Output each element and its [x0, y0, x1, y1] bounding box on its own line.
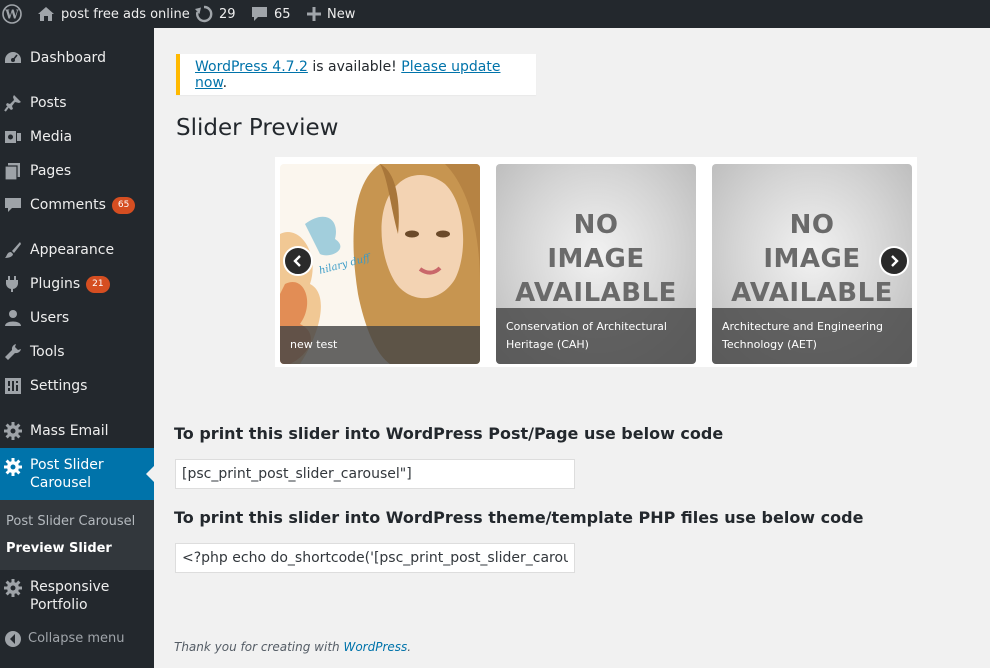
slider-next-button[interactable]: [879, 246, 909, 276]
collapse-arrow-icon: [5, 631, 21, 647]
slide-caption: Conservation of Architectural Heritage (…: [496, 308, 696, 364]
dashboard-icon: [5, 52, 21, 63]
sidebar-item-dashboard[interactable]: Dashboard: [0, 41, 154, 75]
no-image-line: AVAILABLE: [731, 278, 893, 308]
sidebar-item-appearance[interactable]: Appearance: [0, 233, 154, 267]
admin-sidebar: Dashboard Posts Media Pages Comments 65 A…: [0, 28, 154, 668]
pushpin-icon: [4, 95, 21, 112]
chevron-right-icon: [891, 255, 899, 267]
sidebar-item-mass-email[interactable]: Mass Email: [0, 414, 154, 448]
slide-caption: new test: [280, 326, 480, 364]
sidebar-item-label: Responsive: [30, 579, 110, 595]
updates-icon: [195, 5, 213, 23]
sidebar-item-label: Tools: [30, 344, 65, 360]
no-image-line: NO: [789, 210, 835, 240]
sidebar-item-label: Settings: [30, 378, 88, 394]
sidebar-item-label: Portfolio: [30, 597, 88, 613]
sidebar-item-label: Plugins: [30, 276, 81, 292]
sidebar-item-label: Appearance: [30, 242, 115, 258]
submenu-item-preview-slider[interactable]: Preview Slider: [6, 541, 112, 556]
comment-bubble-icon: [252, 7, 267, 21]
sidebar-item-tools[interactable]: Tools: [0, 335, 154, 369]
php-shortcode-field[interactable]: [175, 543, 575, 573]
submenu: Post Slider Carousel Preview Slider: [0, 500, 154, 570]
gear-icon: [4, 422, 22, 440]
slide-caption: Architecture and Engineering Technology …: [712, 308, 912, 364]
site-name-link[interactable]: post free ads online: [37, 0, 190, 28]
footer-wordpress-link[interactable]: WordPress: [343, 640, 407, 654]
paintbrush-icon: [5, 242, 21, 258]
sidebar-item-label: Dashboard: [30, 50, 106, 66]
sidebar-item-users[interactable]: Users: [0, 301, 154, 335]
gear-icon: [4, 458, 22, 476]
no-image-line: AVAILABLE: [515, 278, 677, 308]
notice-end: .: [222, 74, 228, 91]
sidebar-item-label: Users: [30, 310, 70, 326]
submenu-item-post-slider-carousel[interactable]: Post Slider Carousel: [6, 514, 135, 529]
gear-icon: [4, 579, 22, 597]
media-icon: [5, 131, 21, 143]
sidebar-item-media[interactable]: Media: [0, 120, 154, 154]
no-image-line: IMAGE: [763, 244, 861, 274]
php-shortcode-label: To print this slider into WordPress them…: [174, 508, 864, 527]
chevron-left-icon: [293, 255, 301, 267]
sidebar-item-pages[interactable]: Pages: [0, 154, 154, 188]
footer: Thank you for creating with WordPress.: [174, 640, 411, 654]
settings-icon: [5, 378, 21, 394]
updates-count: 29: [219, 6, 236, 22]
sidebar-item-label: Post Slider: [30, 457, 104, 473]
collapse-menu-label: Collapse menu: [28, 631, 125, 646]
wordpress-version-link[interactable]: WordPress 4.7.2: [195, 59, 308, 75]
wrench-icon: [5, 344, 21, 360]
comments-link[interactable]: 65: [251, 0, 291, 28]
site-name: post free ads online: [61, 6, 190, 22]
footer-end: .: [407, 640, 412, 654]
sidebar-item-label: Carousel: [30, 475, 92, 491]
new-content-link[interactable]: New: [307, 0, 355, 28]
post-shortcode-field[interactable]: [175, 459, 575, 489]
sidebar-item-post-slider-carousel[interactable]: Post Slider Carousel: [0, 448, 154, 500]
sidebar-item-posts[interactable]: Posts: [0, 86, 154, 120]
sidebar-item-label: Comments: [30, 197, 106, 213]
post-shortcode-label: To print this slider into WordPress Post…: [174, 424, 724, 443]
sidebar-item-label: Mass Email: [30, 423, 109, 439]
admin-bar: W post free ads online 29 65 New: [0, 0, 990, 28]
home-icon: [38, 7, 54, 21]
slider-prev-button[interactable]: [283, 246, 313, 276]
slide-item[interactable]: NO IMAGE AVAILABLE Conservation of Archi…: [496, 164, 696, 364]
footer-text: Thank you for creating with: [174, 640, 344, 654]
svg-text:W: W: [4, 8, 19, 22]
updates-link[interactable]: 29: [195, 0, 236, 28]
plugin-icon: [6, 276, 18, 292]
sidebar-item-label: Pages: [30, 163, 72, 179]
sidebar-item-label: Media: [30, 129, 73, 145]
user-icon: [5, 310, 21, 326]
plus-icon: [307, 7, 321, 21]
pages-icon: [4, 163, 20, 180]
comments-count: 65: [274, 6, 291, 22]
wordpress-logo-icon[interactable]: W: [2, 0, 22, 28]
no-image-line: NO: [573, 210, 619, 240]
sidebar-item-settings[interactable]: Settings: [0, 369, 154, 403]
collapse-menu-button[interactable]: Collapse menu: [0, 622, 154, 656]
sidebar-item-label: Posts: [30, 95, 67, 111]
notice-text: is available!: [307, 58, 402, 75]
sidebar-item-plugins[interactable]: Plugins 21: [0, 267, 154, 301]
plugins-badge: 21: [86, 275, 110, 293]
comments-badge: 65: [111, 196, 136, 214]
comment-icon: [5, 198, 21, 212]
no-image-line: IMAGE: [547, 244, 645, 274]
slider-preview: hilary duff new test NO IMAGE AVAILABLE …: [275, 157, 917, 367]
sidebar-item-responsive-portfolio[interactable]: Responsive Portfolio: [0, 570, 154, 622]
update-notice: WordPress 4.7.2 is available! Please upd…: [176, 54, 536, 95]
new-label: New: [327, 6, 356, 22]
sidebar-item-comments[interactable]: Comments 65: [0, 188, 154, 222]
page-title: Slider Preview: [176, 115, 339, 141]
